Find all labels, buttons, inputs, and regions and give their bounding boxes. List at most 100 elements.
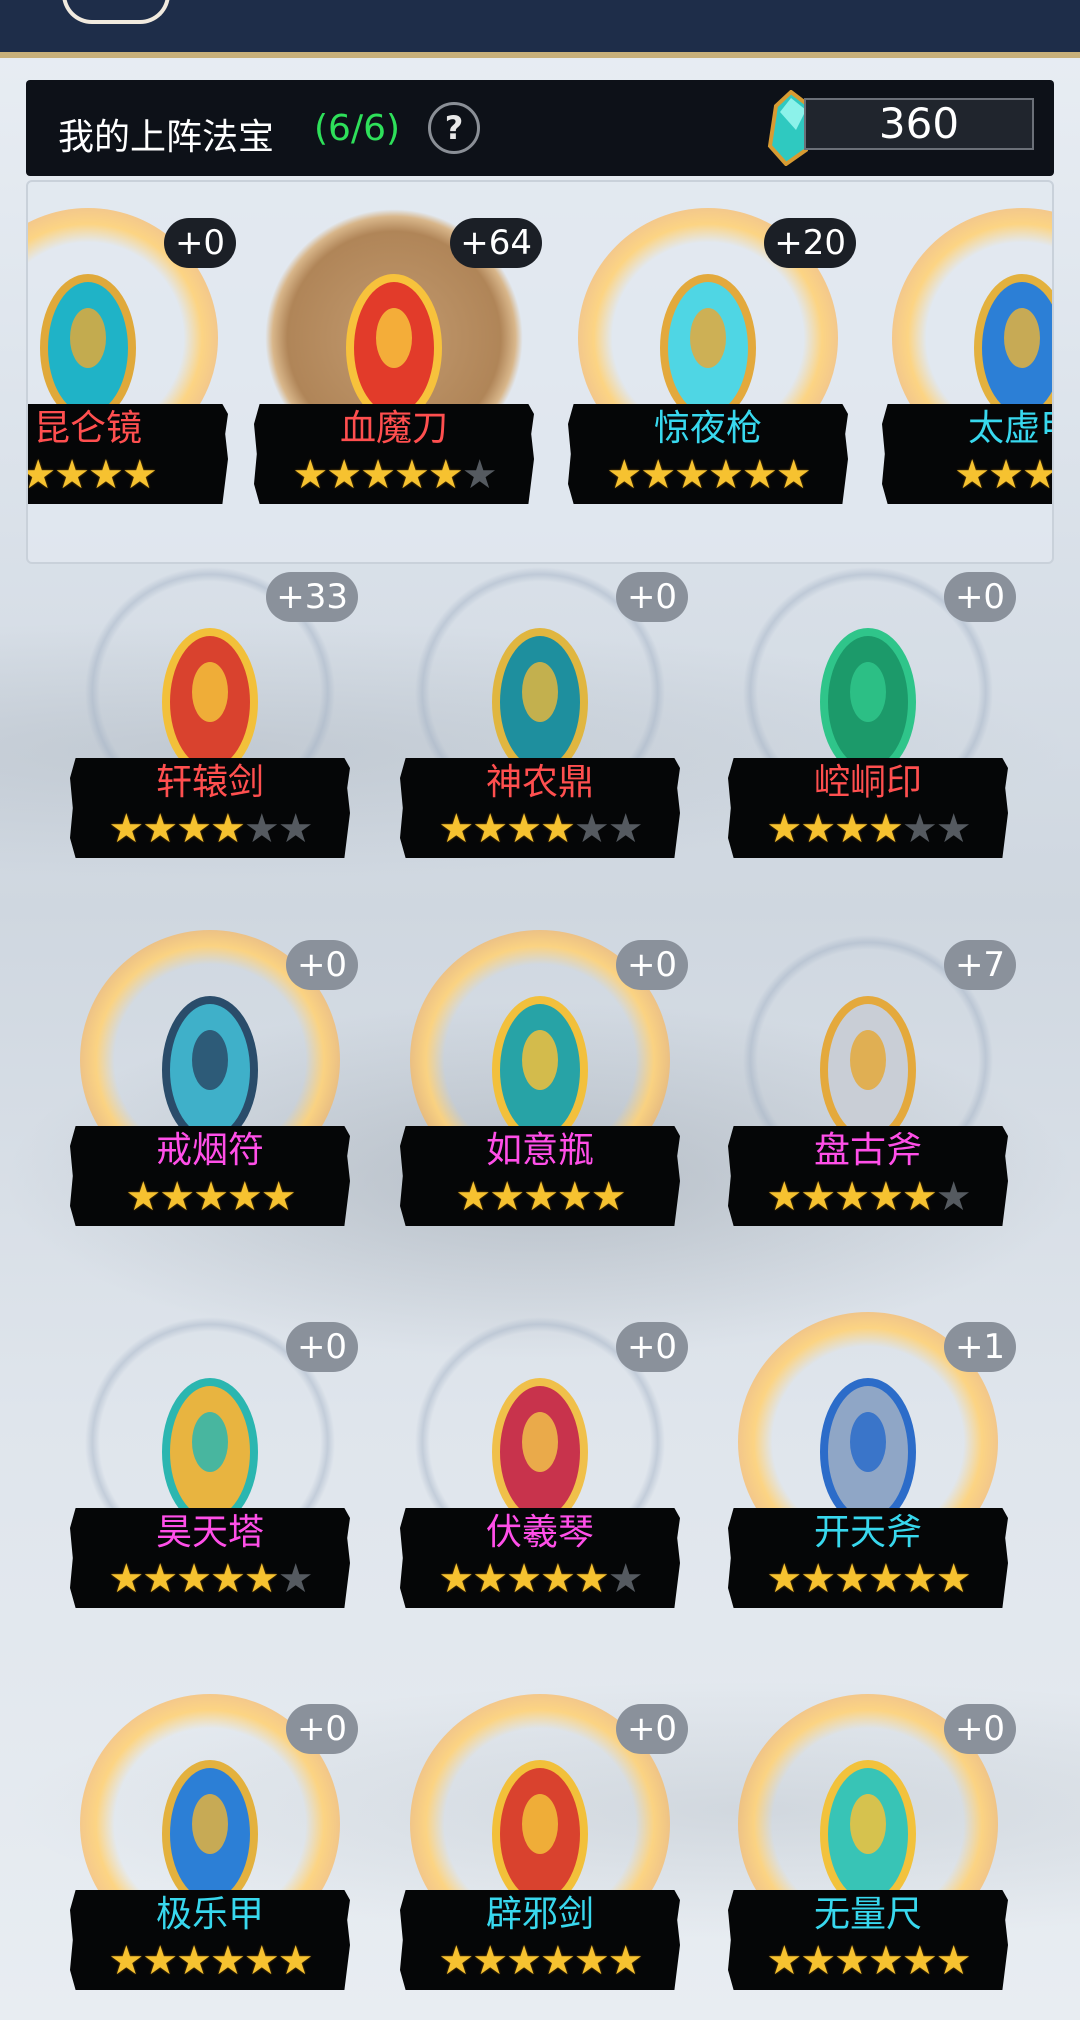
star-filled-icon: ★ bbox=[766, 1938, 802, 1984]
treasure-card[interactable]: 神农鼎 ★★★★★★ +0 bbox=[400, 562, 688, 862]
star-filled-icon: ★ bbox=[176, 1556, 212, 1602]
star-filled-icon: ★ bbox=[573, 1938, 610, 1984]
level-badge: +1 bbox=[944, 1322, 1016, 1372]
treasure-name: 辟邪剑 bbox=[485, 1894, 594, 1935]
treasure-name: 轩辕剑 bbox=[155, 762, 264, 803]
star-filled-icon: ★ bbox=[868, 806, 904, 852]
star-filled-icon: ★ bbox=[176, 806, 212, 852]
star-filled-icon: ★ bbox=[506, 806, 542, 852]
star-rating: ★★★★★★ bbox=[400, 804, 680, 854]
star-filled-icon: ★ bbox=[277, 1938, 314, 1984]
tower-icon bbox=[162, 1378, 258, 1526]
treasure-card[interactable]: 昊天塔 ★★★★★★ +0 bbox=[70, 1312, 358, 1612]
treasure-name: 极乐甲 bbox=[155, 1894, 264, 1935]
star-filled-icon: ★ bbox=[506, 1938, 542, 1984]
star-filled-icon: ★ bbox=[243, 1938, 280, 1984]
level-badge: +0 bbox=[286, 1704, 358, 1754]
star-filled-icon: ★ bbox=[472, 1556, 508, 1602]
star-empty-icon: ★ bbox=[935, 806, 972, 852]
treasure-name: 如意瓶 bbox=[485, 1130, 594, 1171]
star-rating: ★★★★★★ bbox=[70, 1554, 350, 1604]
treasure-card[interactable]: 开天斧 ★★★★★★ +1 bbox=[728, 1312, 1016, 1612]
treasure-name: 开天斧 bbox=[813, 1512, 922, 1553]
star-rating: ★★★★★★ bbox=[70, 804, 350, 854]
treasure-card[interactable]: 伏羲琴 ★★★★★★ +0 bbox=[400, 1312, 688, 1612]
star-filled-icon: ★ bbox=[834, 1174, 870, 1220]
star-rating: ★★★★★★ bbox=[728, 1936, 1008, 1986]
star-filled-icon: ★ bbox=[438, 1938, 474, 1984]
star-filled-icon: ★ bbox=[472, 806, 508, 852]
star-filled-icon: ★ bbox=[260, 1174, 297, 1220]
level-badge: +33 bbox=[266, 572, 358, 622]
battle-axe-icon bbox=[820, 1378, 916, 1526]
star-filled-icon: ★ bbox=[766, 1174, 802, 1220]
star-filled-icon: ★ bbox=[834, 1938, 870, 1984]
star-filled-icon: ★ bbox=[438, 1556, 474, 1602]
star-filled-icon: ★ bbox=[226, 1174, 263, 1220]
talisman-icon bbox=[162, 996, 258, 1144]
star-filled-icon: ★ bbox=[193, 1174, 229, 1220]
vase-icon bbox=[492, 996, 588, 1144]
star-filled-icon: ★ bbox=[766, 806, 802, 852]
star-filled-icon: ★ bbox=[901, 1174, 938, 1220]
level-badge: +0 bbox=[286, 940, 358, 990]
treasure-card[interactable]: 戒烟符 ★★★★★ +0 bbox=[70, 930, 358, 1230]
level-badge: +0 bbox=[944, 1704, 1016, 1754]
star-filled-icon: ★ bbox=[472, 1938, 508, 1984]
star-filled-icon: ★ bbox=[868, 1556, 904, 1602]
star-filled-icon: ★ bbox=[901, 1938, 938, 1984]
star-filled-icon: ★ bbox=[210, 1938, 246, 1984]
star-filled-icon: ★ bbox=[210, 806, 246, 852]
star-filled-icon: ★ bbox=[455, 1174, 491, 1220]
star-empty-icon: ★ bbox=[901, 806, 938, 852]
star-filled-icon: ★ bbox=[800, 1174, 836, 1220]
treasure-card[interactable]: 轩辕剑 ★★★★★★ +33 bbox=[70, 562, 358, 862]
star-filled-icon: ★ bbox=[800, 1938, 836, 1984]
zither-icon bbox=[492, 1378, 588, 1526]
treasure-card[interactable]: 极乐甲 ★★★★★★ +0 bbox=[70, 1694, 358, 1994]
level-badge: +0 bbox=[286, 1322, 358, 1372]
star-filled-icon: ★ bbox=[176, 1938, 212, 1984]
star-empty-icon: ★ bbox=[277, 806, 314, 852]
star-filled-icon: ★ bbox=[159, 1174, 195, 1220]
star-rating: ★★★★★★ bbox=[70, 1936, 350, 1986]
star-filled-icon: ★ bbox=[523, 1174, 559, 1220]
level-badge: +0 bbox=[616, 1322, 688, 1372]
star-filled-icon: ★ bbox=[834, 806, 870, 852]
treasure-name: 盘古斧 bbox=[813, 1130, 922, 1171]
star-empty-icon: ★ bbox=[607, 1556, 644, 1602]
treasure-card[interactable]: 辟邪剑 ★★★★★★ +0 bbox=[400, 1694, 688, 1994]
treasure-card[interactable]: 盘古斧 ★★★★★★ +7 bbox=[728, 930, 1016, 1230]
star-rating: ★★★★★★ bbox=[728, 1172, 1008, 1222]
star-filled-icon: ★ bbox=[607, 1938, 644, 1984]
ruler-icon bbox=[820, 1760, 916, 1908]
star-empty-icon: ★ bbox=[935, 1174, 972, 1220]
axe-icon bbox=[820, 996, 916, 1144]
star-filled-icon: ★ bbox=[901, 1556, 938, 1602]
star-filled-icon: ★ bbox=[210, 1556, 246, 1602]
star-filled-icon: ★ bbox=[868, 1938, 904, 1984]
treasure-name: 戒烟符 bbox=[155, 1130, 264, 1171]
star-filled-icon: ★ bbox=[142, 1938, 178, 1984]
treasure-card[interactable]: 如意瓶 ★★★★★ +0 bbox=[400, 930, 688, 1230]
level-badge: +0 bbox=[616, 572, 688, 622]
treasure-name: 崆峒印 bbox=[813, 762, 922, 803]
star-empty-icon: ★ bbox=[607, 806, 644, 852]
star-rating: ★★★★★★ bbox=[400, 1554, 680, 1604]
star-filled-icon: ★ bbox=[766, 1556, 802, 1602]
treasure-card[interactable]: 无量尺 ★★★★★★ +0 bbox=[728, 1694, 1016, 1994]
star-filled-icon: ★ bbox=[540, 806, 576, 852]
cauldron-icon bbox=[492, 628, 588, 776]
sword-icon bbox=[162, 628, 258, 776]
level-badge: +0 bbox=[944, 572, 1016, 622]
star-filled-icon: ★ bbox=[573, 1556, 610, 1602]
star-rating: ★★★★★★ bbox=[400, 1936, 680, 1986]
treasure-name: 无量尺 bbox=[813, 1894, 922, 1935]
treasure-card[interactable]: 崆峒印 ★★★★★★ +0 bbox=[728, 562, 1016, 862]
star-empty-icon: ★ bbox=[243, 806, 280, 852]
sword-icon bbox=[492, 1760, 588, 1908]
star-filled-icon: ★ bbox=[935, 1556, 972, 1602]
star-filled-icon: ★ bbox=[125, 1174, 161, 1220]
armor-icon bbox=[162, 1760, 258, 1908]
star-filled-icon: ★ bbox=[108, 1938, 144, 1984]
